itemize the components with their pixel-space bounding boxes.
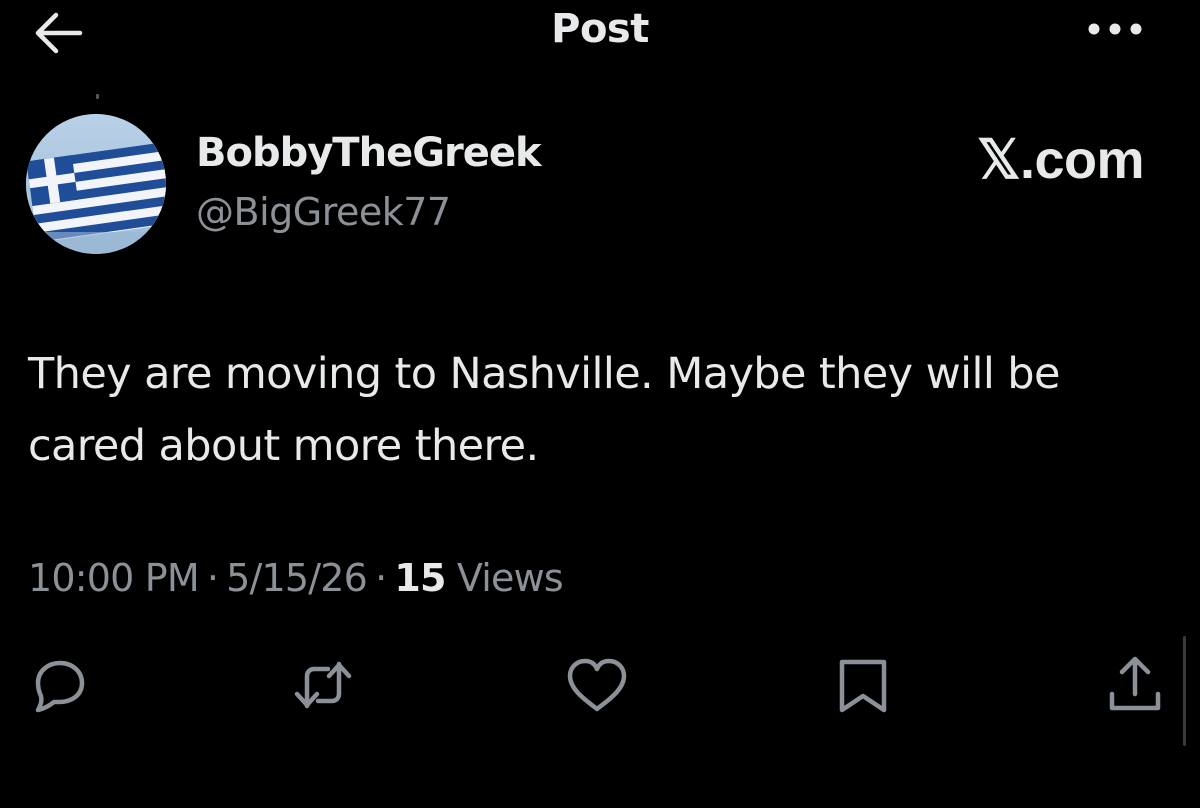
action-bar <box>0 650 1200 720</box>
more-horizontal-icon <box>1088 23 1142 35</box>
post-text: They are moving to Nashville. Maybe they… <box>28 349 1060 471</box>
bookmark-icon <box>839 659 887 713</box>
heart-icon <box>567 658 627 712</box>
scroll-indicator <box>96 94 99 99</box>
repost-icon <box>294 661 352 709</box>
author-display-name[interactable]: BobbyTheGreek <box>196 130 542 176</box>
repost-button[interactable] <box>288 650 358 720</box>
reply-button[interactable] <box>24 650 94 720</box>
post-date[interactable]: 5/15/26 <box>226 556 368 600</box>
bookmark-button[interactable] <box>828 650 898 720</box>
post-meta: 10:00 PM · 5/15/26 · 15 Views <box>28 556 564 600</box>
meta-separator: · <box>206 556 219 600</box>
meta-separator: · <box>375 556 387 600</box>
like-button[interactable] <box>562 650 632 720</box>
more-options-button[interactable] <box>1082 14 1152 44</box>
page-title: Post <box>551 6 649 52</box>
share-icon <box>1109 656 1161 711</box>
reply-icon <box>35 660 85 713</box>
top-bar: Post <box>0 0 1200 70</box>
post-time[interactable]: 10:00 PM <box>28 556 200 600</box>
share-button[interactable] <box>1100 650 1170 720</box>
views-label: Views <box>456 556 564 600</box>
avatar[interactable] <box>26 114 166 254</box>
author-handle[interactable]: @BigGreek77 <box>196 190 451 234</box>
x-watermark: 𝕏.com <box>976 130 1145 190</box>
views-count[interactable]: 15 <box>394 556 446 600</box>
greek-flag-avatar-image <box>26 114 166 254</box>
scrollbar[interactable] <box>1183 636 1186 746</box>
